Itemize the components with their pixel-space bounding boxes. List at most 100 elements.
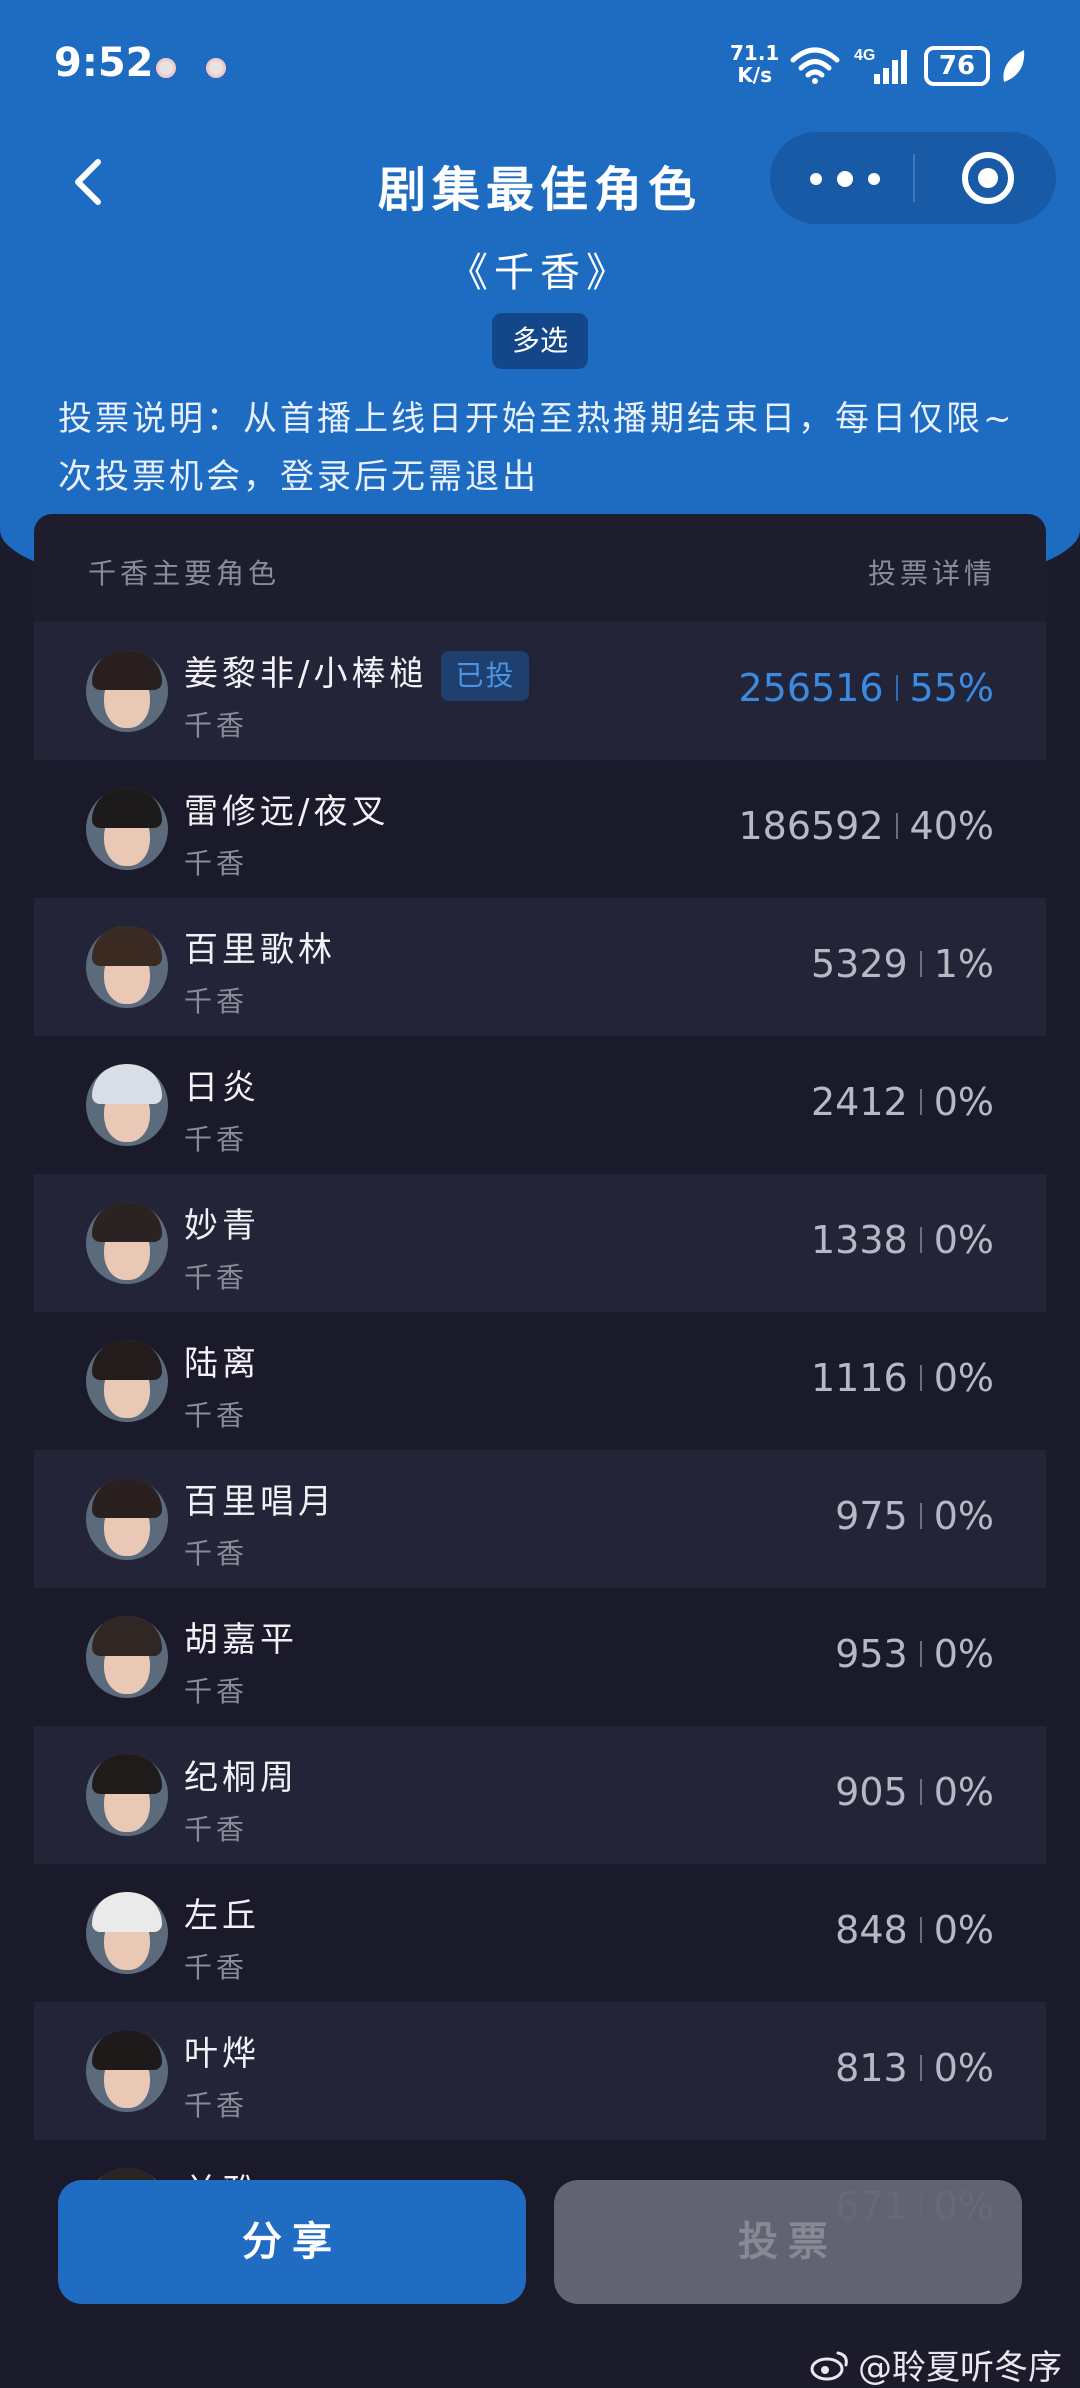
stats-divider — [919, 1365, 922, 1391]
avatar-hair — [92, 1616, 162, 1656]
vote-percent: 1% — [933, 942, 994, 986]
network-type: 4G — [854, 47, 875, 64]
candidate-show: 千香 — [184, 1537, 249, 1570]
avatar-hair — [92, 1754, 162, 1794]
candidate-name: 日炎 — [184, 1060, 260, 1109]
multi-select-badge: 多选 — [492, 313, 588, 369]
candidate-row[interactable]: 胡嘉平千香 953 0% — [34, 1588, 1046, 1726]
candidate-row[interactable]: 左丘千香 848 0% — [34, 1864, 1046, 2002]
dot-icon — [868, 173, 880, 185]
vote-stats: 1116 0% — [811, 1356, 994, 1400]
candidate-name: 胡嘉平 — [184, 1612, 298, 1661]
candidate-row[interactable]: 叶烨千香 813 0% — [34, 2002, 1046, 2140]
candidate-show: 千香 — [184, 1951, 249, 1984]
net-speed-unit: K/s — [737, 63, 773, 87]
candidate-row[interactable]: 雷修远/夜叉千香 186592 40% — [34, 760, 1046, 898]
vote-count: 256516 — [738, 666, 884, 710]
stats-divider — [919, 1089, 922, 1115]
vote-stats: 905 0% — [835, 1770, 994, 1814]
candidate-show: 千香 — [184, 1813, 249, 1846]
candidate-name-text: 纪桐周 — [184, 1758, 298, 1798]
avatar-hair — [92, 1340, 162, 1380]
candidate-row[interactable]: 妙青千香 1338 0% — [34, 1174, 1046, 1312]
vote-stats: 1338 0% — [811, 1218, 994, 1262]
candidate-show: 千香 — [184, 985, 249, 1018]
avatar — [86, 1616, 168, 1698]
vote-percent: 0% — [933, 1356, 994, 1400]
candidate-name: 陆离 — [184, 1336, 260, 1385]
vote-count: 813 — [835, 2046, 908, 2090]
vote-percent: 40% — [909, 804, 994, 848]
candidate-row[interactable]: 百里唱月 千香 975 0% — [34, 1450, 1046, 1588]
candidate-name: 姜黎非/小棒槌 已投 — [184, 646, 530, 701]
candidate-name-text: 陆离 — [184, 1344, 260, 1384]
stats-divider — [895, 675, 898, 701]
candidate-name-text: 叶烨 — [184, 2034, 260, 2074]
avatar-hair — [92, 2030, 162, 2070]
panel-header: 千香主要角色 投票详情 — [34, 514, 1046, 620]
vote-percent: 0% — [933, 1908, 994, 1952]
vote-count: 1338 — [810, 1218, 908, 1262]
candidate-show: 千香 — [184, 1675, 249, 1708]
candidate-row[interactable]: 姜黎非/小棒槌 已投 千香 256516 55% — [34, 622, 1046, 760]
vote-count: 5329 — [810, 942, 908, 986]
candidate-name-text: 左丘 — [184, 1896, 260, 1936]
vote-panel: 千香主要角色 投票详情 姜黎非/小棒槌 已投 千香 256516 55% 雷修远/夜叉 千香… — [34, 514, 1046, 2274]
candidate-row[interactable]: 日炎 千香 2412 0% — [34, 1036, 1046, 1174]
candidate-show: 千香 — [184, 1261, 249, 1294]
close-program-icon[interactable] — [962, 152, 1014, 204]
vote-stats: 5329 1% — [811, 942, 994, 986]
weibo-icon — [810, 2351, 848, 2380]
vote-description: 投票说明：从首播上线日开始至热播期结束日，每日仅限~次投票机会，登录后无需退出 — [58, 399, 1015, 497]
net-speed: 71.1 K/s — [730, 42, 779, 86]
avatar-hair — [92, 926, 162, 966]
candidate-list: 姜黎非/小棒槌 已投 千香 256516 55% 雷修远/夜叉 千香 186592 40% 百里歌… — [34, 622, 1046, 2274]
stats-divider — [919, 1503, 922, 1529]
candidate-name-text: 妙青 — [184, 1206, 260, 1246]
avatar — [86, 926, 168, 1008]
avatar-hair — [92, 1478, 162, 1518]
panel-header-right: 投票详情 — [867, 557, 996, 590]
candidate-name: 雷修远/夜叉 — [184, 784, 389, 833]
vote-stats: 256516 55% — [738, 666, 994, 710]
mini-program-capsule — [770, 132, 1056, 224]
avatar — [86, 1340, 168, 1422]
wifi-icon — [790, 47, 840, 84]
candidate-name-text: 日炎 — [184, 1068, 260, 1108]
vote-stats: 975 0% — [835, 1494, 994, 1538]
vote-count: 1116 — [810, 1356, 908, 1400]
vote-button[interactable]: 投票 — [554, 2180, 1022, 2304]
dot-icon — [837, 171, 853, 187]
avatar — [86, 650, 168, 732]
candidate-row[interactable]: 纪桐周千香 905 0% — [34, 1726, 1046, 1864]
candidate-show: 千香 — [184, 2089, 249, 2122]
vote-stats: 953 0% — [835, 1632, 994, 1676]
vote-count: 848 — [835, 1908, 908, 1952]
vote-percent: 0% — [933, 2046, 994, 2090]
status-time: 9:52 — [54, 40, 154, 86]
notification-icon — [206, 58, 226, 78]
candidate-row[interactable]: 百里歌林千香 5329 1% — [34, 898, 1046, 1036]
net-speed-value: 71.1 — [730, 41, 780, 65]
candidate-show: 千香 — [184, 847, 249, 880]
candidate-show: 千香 — [184, 1123, 249, 1156]
share-button[interactable]: 分享 — [58, 2180, 526, 2304]
voted-badge: 已投 — [441, 650, 530, 701]
leaf-icon — [1003, 50, 1025, 82]
candidate-name: 左丘 — [184, 1888, 260, 1937]
candidate-show: 千香 — [184, 1399, 249, 1432]
panel-header-left: 千香主要角色 — [88, 557, 281, 590]
candidate-row[interactable]: 陆离千香 1116 0% — [34, 1312, 1046, 1450]
avatar — [86, 788, 168, 870]
candidate-name-text: 百里歌林 — [184, 930, 336, 970]
status-bar: 9:52 71.1 K/s 4G 76 — [0, 0, 1080, 130]
vote-stats: 848 0% — [835, 1908, 994, 1952]
candidate-name: 纪桐周 — [184, 1750, 298, 1799]
stats-divider — [895, 813, 898, 839]
vote-count: 186592 — [738, 804, 884, 848]
vote-percent: 0% — [933, 1218, 994, 1262]
avatar — [86, 1202, 168, 1284]
more-button[interactable] — [810, 164, 880, 194]
vote-stats: 813 0% — [835, 2046, 994, 2090]
stats-divider — [919, 1227, 922, 1253]
